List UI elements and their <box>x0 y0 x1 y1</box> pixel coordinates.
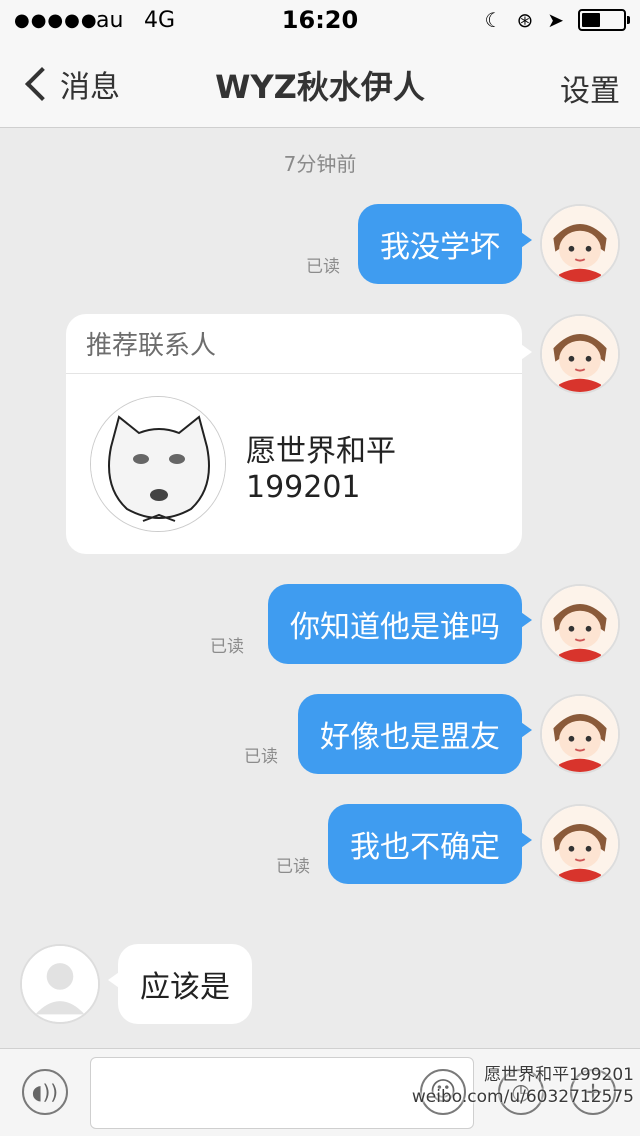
outgoing-message[interactable]: 我没学坏 <box>358 204 532 284</box>
voice-button[interactable]: ◖)) <box>22 1069 68 1115</box>
weibo-watermark: 愿世界和平199201 weibo.com/u/6032712575 <box>412 1064 634 1108</box>
battery-icon <box>578 9 630 31</box>
read-receipt: 已读 <box>306 257 340 277</box>
read-receipt: 已读 <box>276 857 310 877</box>
contact-id: 199201 <box>246 470 361 505</box>
my-avatar[interactable] <box>540 314 620 394</box>
my-avatar[interactable] <box>540 804 620 884</box>
page-title: WYZ秋水伊人 <box>215 68 425 106</box>
contact-name: 愿世界和平 <box>246 434 396 469</box>
read-receipt: 已读 <box>244 747 278 767</box>
moon-icon: ☾ <box>484 8 503 32</box>
outgoing-message[interactable]: 你知道他是谁吗 <box>268 584 532 664</box>
location-icon: ➤ <box>547 8 564 32</box>
recommended-contact-card[interactable]: 推荐联系人 愿世界和平 199201 <box>66 314 532 554</box>
status-bar: ●●●●● au 4G 16:20 ☾ ⊛ ➤ <box>0 0 640 40</box>
voice-icon: ◖)) <box>31 1080 59 1104</box>
settings-button[interactable]: 设置 <box>560 66 620 110</box>
my-avatar[interactable] <box>540 204 620 284</box>
watermark-line2: weibo.com/u/6032712575 <box>411 1087 634 1107</box>
watermark-line1: 愿世界和平199201 <box>484 1065 634 1085</box>
outgoing-message[interactable]: 我也不确定 <box>328 804 532 884</box>
contact-default-avatar[interactable] <box>20 944 100 1024</box>
message-timestamp: 7分钟前 <box>283 152 357 176</box>
rotation-lock-icon: ⊛ <box>516 8 534 32</box>
card-header: 推荐联系人 <box>66 314 522 374</box>
incoming-message[interactable]: 应该是 <box>108 944 252 1024</box>
outgoing-message[interactable]: 好像也是盟友 <box>298 694 532 774</box>
navigation-bar: 消息 WYZ秋水伊人 设置 <box>0 40 640 128</box>
my-avatar[interactable] <box>540 584 620 664</box>
battery-fill <box>582 13 600 27</box>
contact-avatar <box>90 396 226 532</box>
my-avatar[interactable] <box>540 694 620 774</box>
status-icons: ☾ ⊛ ➤ <box>484 8 630 32</box>
read-receipt: 已读 <box>210 637 244 657</box>
